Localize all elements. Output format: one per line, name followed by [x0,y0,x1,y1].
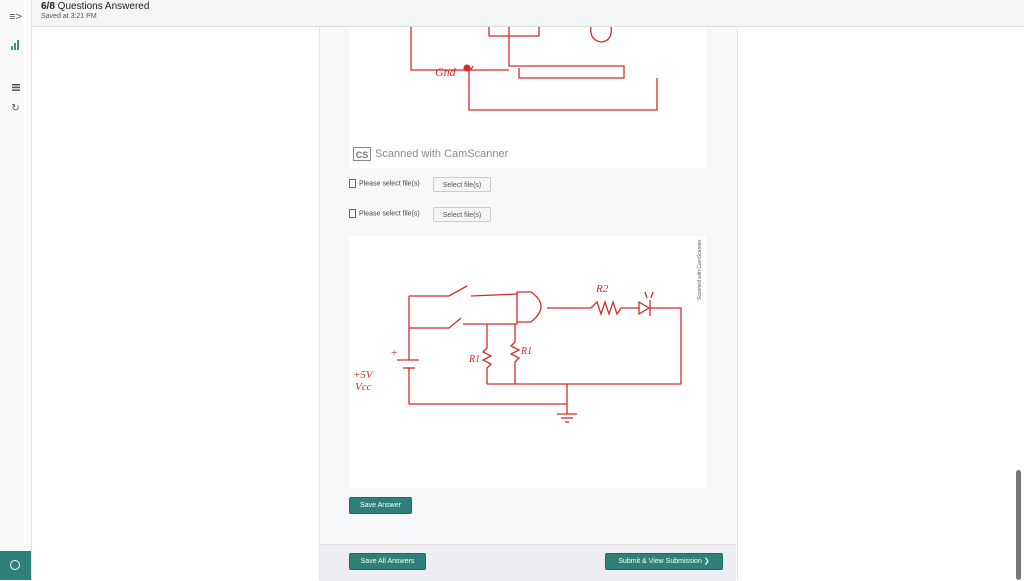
r2-label: R2 [595,283,609,295]
menu-arrow-icon[interactable]: ≡> [0,11,31,23]
r1-right-label: R1 [520,346,532,357]
page-scrollbar[interactable] [1016,470,1021,580]
progress-title: 6/8 Questions Answered [41,1,150,12]
bar-chart-icon[interactable] [0,40,31,53]
file-input-label: Please select file(s) [359,210,420,218]
select-files-button[interactable]: Select file(s) [433,177,491,192]
file-input-row: Please select file(s) [349,209,420,223]
refresh-icon[interactable]: ↻ [0,103,31,114]
select-files-button[interactable]: Select file(s) [433,207,491,222]
user-circle-icon [10,560,20,570]
answer-image-2: R2 R1 R1 +5V Vcc + [349,236,706,488]
saved-status: Saved at 3:21 PM [41,13,97,20]
submit-view-submission-button[interactable]: Submit & View Submission ❯ [605,553,723,570]
camscanner-logo: CS [353,147,371,161]
vcc-label: Vcc [355,381,372,393]
file-input-row: Please select file(s) [349,179,420,193]
user-button[interactable] [0,551,31,580]
camscanner-text: Scanned with CamScanner [375,148,509,160]
save-all-answers-button[interactable]: Save All Answers [349,553,426,570]
top-bar: 6/8 Questions Answered Saved at 3:21 PM [0,0,1024,27]
answer-image-1: Gnd [349,25,706,168]
gnd-label: Gnd [435,65,457,79]
sidebar: ≡> ↻ [0,0,32,580]
save-answer-button[interactable]: Save Answer [349,497,412,514]
supply-voltage-label: +5V [353,369,374,381]
scanned-vertical-text: Scanned with CamScanner [697,239,703,300]
plus-label: + [391,347,397,359]
file-icon [349,179,356,188]
file-input-label: Please select file(s) [359,180,420,188]
list-icon[interactable] [0,84,31,93]
file-icon [349,209,356,218]
r1-left-label: R1 [468,354,480,365]
